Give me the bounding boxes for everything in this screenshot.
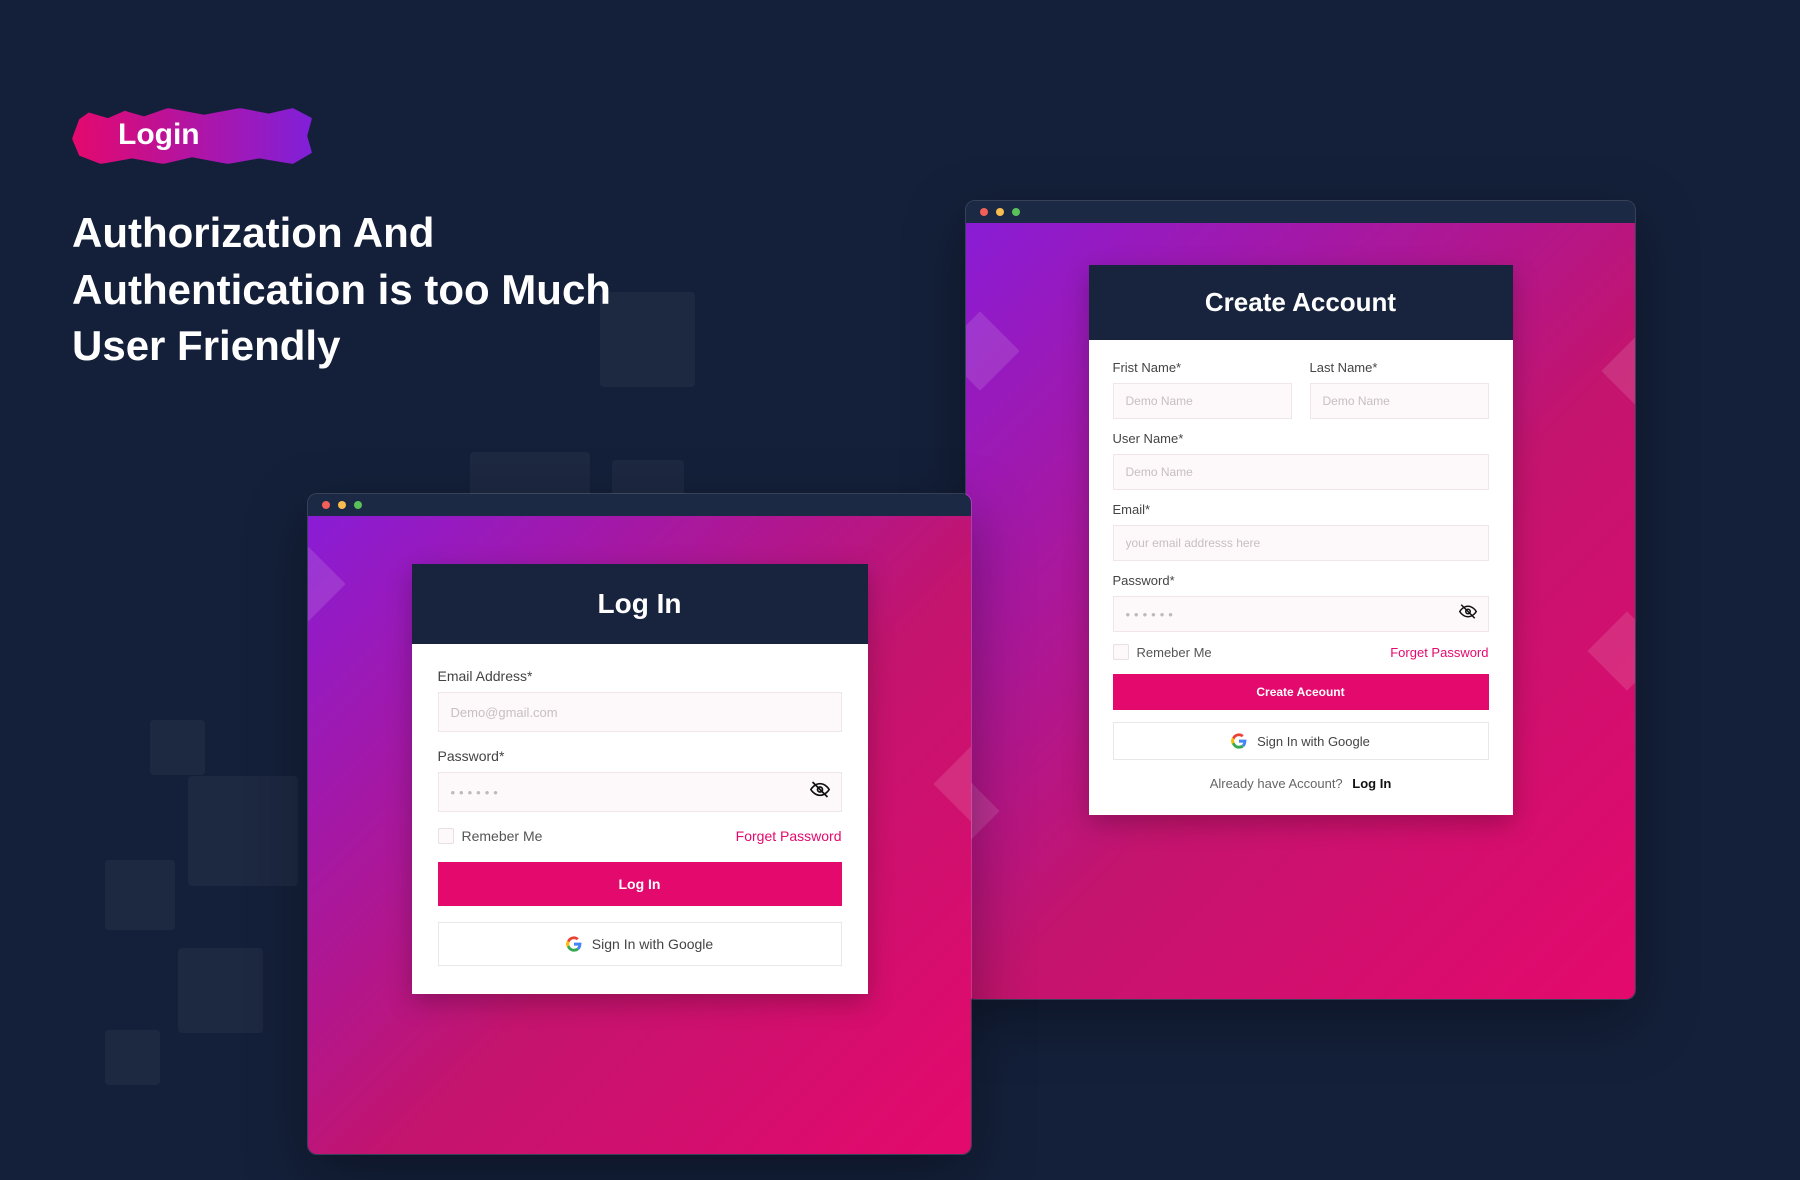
google-icon: [1231, 733, 1247, 749]
badge: Login: [72, 108, 312, 164]
window-titlebar: [308, 494, 971, 516]
signup-title: Create Account: [1089, 265, 1513, 340]
already-text: Already have Account? Log In: [1113, 776, 1489, 791]
signup-forget-link[interactable]: Forget Password: [1390, 645, 1488, 660]
first-name-label: Frist Name*: [1113, 360, 1292, 375]
login-password-label: Password*: [438, 748, 842, 764]
first-name-input[interactable]: [1113, 383, 1292, 419]
eye-off-icon[interactable]: [810, 780, 830, 805]
login-remember-label: Remeber Me: [462, 828, 543, 844]
login-password-input[interactable]: ••••••: [438, 772, 842, 812]
username-label: User Name*: [1113, 431, 1489, 446]
close-icon[interactable]: [322, 501, 330, 509]
login-link[interactable]: Log In: [1352, 776, 1391, 791]
signup-google-button[interactable]: Sign In with Google: [1113, 722, 1489, 760]
login-email-input[interactable]: [438, 692, 842, 732]
login-window: Log In Email Address* Password* ••••••: [307, 493, 972, 1155]
signup-email-label: Email*: [1113, 502, 1489, 517]
username-input[interactable]: [1113, 454, 1489, 490]
badge-text: Login: [118, 118, 200, 152]
page-headline: Authorization And Authentication is too …: [72, 205, 712, 375]
signup-remember-label: Remeber Me: [1137, 645, 1212, 660]
login-remember-checkbox[interactable]: [438, 828, 454, 844]
signup-window: Create Account Frist Name* Last Name* Us…: [965, 200, 1636, 1000]
login-title: Log In: [412, 564, 868, 644]
login-email-label: Email Address*: [438, 668, 842, 684]
signup-remember-checkbox[interactable]: [1113, 644, 1129, 660]
google-icon: [566, 936, 582, 952]
maximize-icon[interactable]: [1012, 208, 1020, 216]
signup-google-label: Sign In with Google: [1257, 734, 1370, 749]
signup-email-input[interactable]: [1113, 525, 1489, 561]
login-forget-link[interactable]: Forget Password: [736, 828, 842, 844]
create-account-button[interactable]: Create Aceount: [1113, 674, 1489, 710]
minimize-icon[interactable]: [338, 501, 346, 509]
eye-off-icon[interactable]: [1459, 603, 1477, 626]
close-icon[interactable]: [980, 208, 988, 216]
last-name-input[interactable]: [1310, 383, 1489, 419]
signup-password-input[interactable]: ••••••: [1113, 596, 1489, 632]
login-button[interactable]: Log In: [438, 862, 842, 906]
signup-password-label: Password*: [1113, 573, 1489, 588]
login-google-label: Sign In with Google: [592, 936, 713, 952]
minimize-icon[interactable]: [996, 208, 1004, 216]
maximize-icon[interactable]: [354, 501, 362, 509]
window-titlebar: [966, 201, 1635, 223]
last-name-label: Last Name*: [1310, 360, 1489, 375]
login-google-button[interactable]: Sign In with Google: [438, 922, 842, 966]
